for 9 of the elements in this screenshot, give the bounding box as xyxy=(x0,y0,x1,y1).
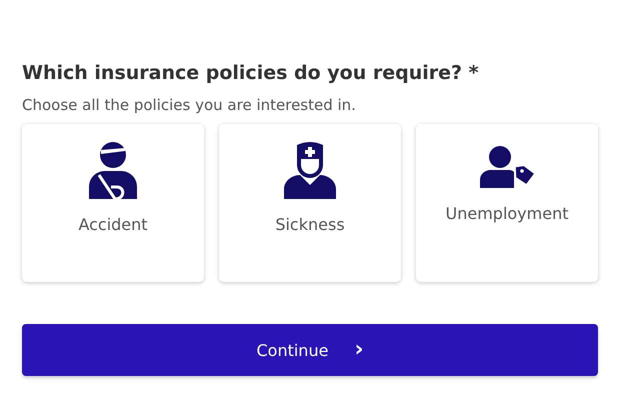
policy-card[interactable]: Sickness xyxy=(219,124,401,282)
policy-card[interactable]: Accident xyxy=(22,124,204,282)
doctor-icon xyxy=(282,141,338,199)
question-title: Which insurance policies do you require? * xyxy=(22,62,480,84)
continue-button[interactable]: Continue › xyxy=(22,324,598,376)
person-tag-icon xyxy=(480,146,534,188)
chevron-right-icon: › xyxy=(354,339,364,361)
policy-card[interactable]: Unemployment xyxy=(416,124,598,282)
question-hint: Choose all the policies you are interested in. xyxy=(22,96,357,114)
